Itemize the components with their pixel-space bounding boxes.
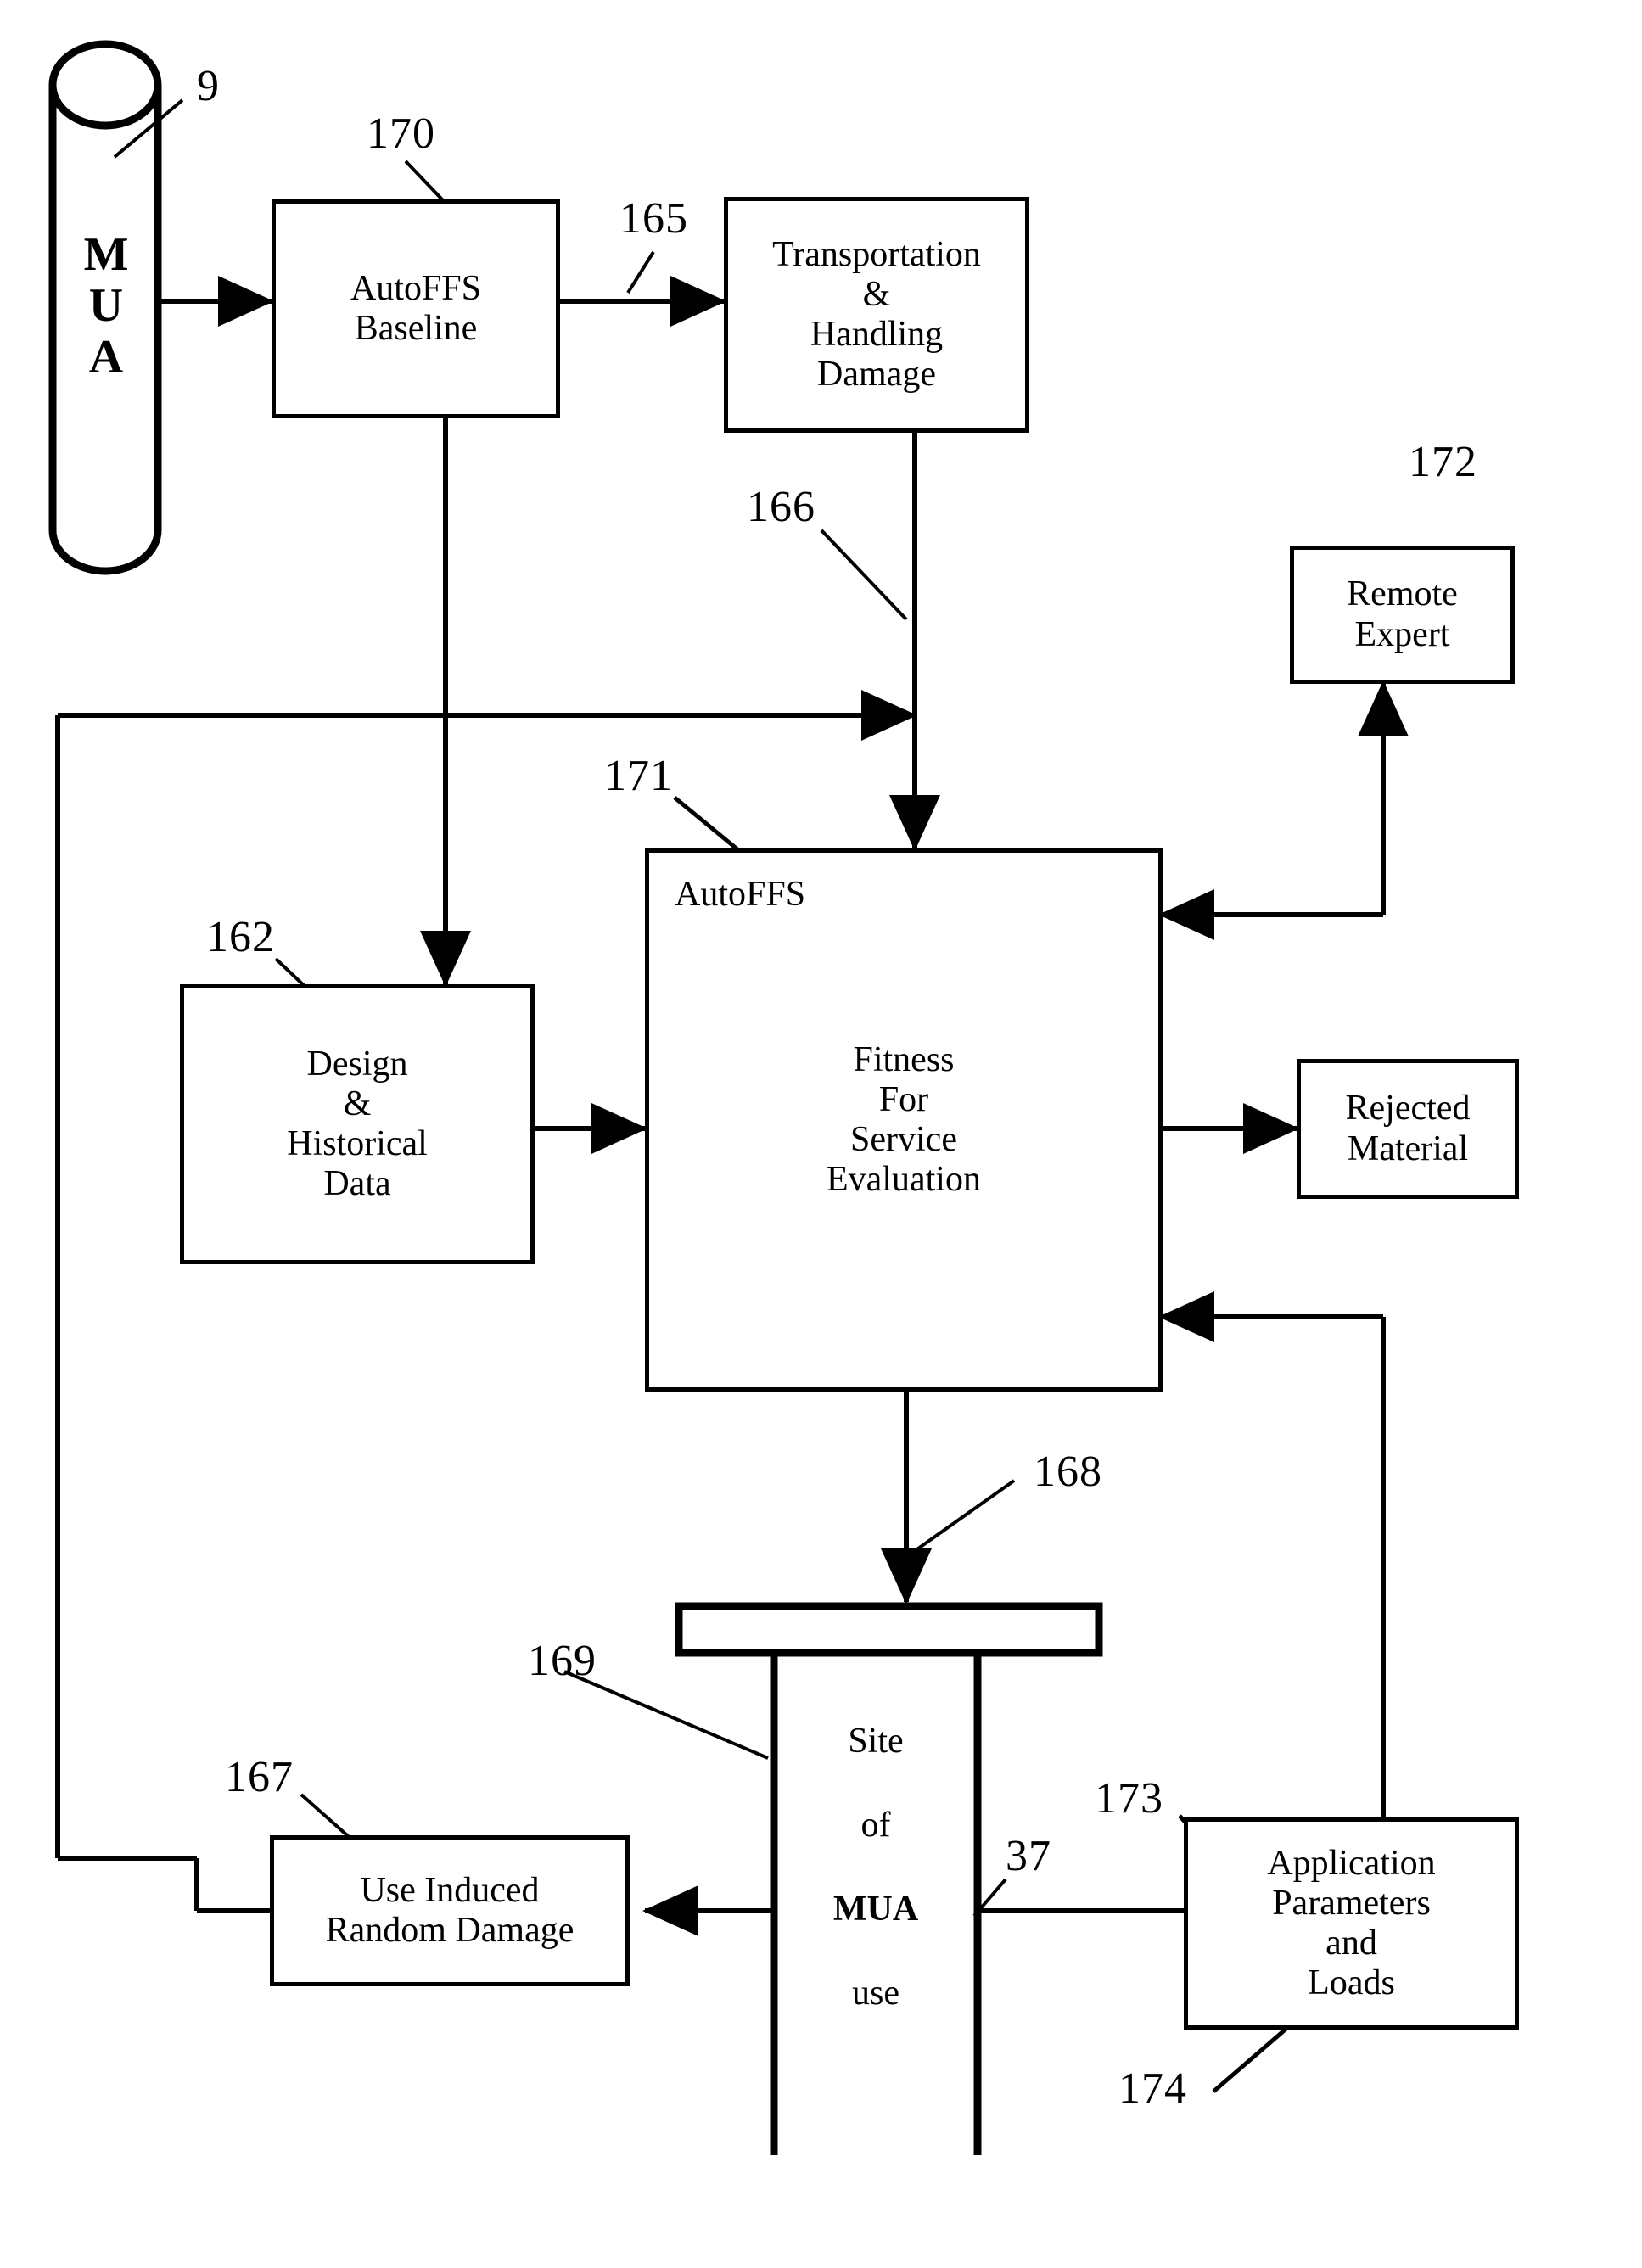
ref-numeral-162: 162 bbox=[206, 913, 275, 961]
ref-numeral-166: 166 bbox=[747, 483, 815, 531]
node-application-parameters-loads[interactable]: Application Parameters and Loads bbox=[1184, 1817, 1519, 2030]
site-label-line2: of bbox=[860, 1805, 891, 1845]
node-rejected-material-label: Rejected Material bbox=[1345, 1089, 1471, 1168]
node-transportation-label: Transportation & Handling Damage bbox=[772, 234, 981, 395]
ref-numeral-167: 167 bbox=[225, 1753, 294, 1801]
node-remote-expert-label: Remote Expert bbox=[1347, 574, 1458, 654]
ref-numeral-9: 9 bbox=[197, 62, 220, 110]
mua-letter-u: U bbox=[88, 279, 124, 333]
ref-numeral-171: 171 bbox=[604, 752, 673, 800]
site-label-line1: Site bbox=[848, 1721, 904, 1761]
site-label-line4: use bbox=[852, 1973, 899, 2013]
mua-letter-a: A bbox=[88, 330, 124, 384]
ref-numeral-172: 172 bbox=[1409, 438, 1477, 486]
node-design-historical-data[interactable]: Design & Historical Data bbox=[180, 984, 535, 1264]
node-autoffs-corner-label: AutoFFS bbox=[675, 875, 806, 914]
ref-numeral-168: 168 bbox=[1034, 1448, 1102, 1496]
node-rejected-material[interactable]: Rejected Material bbox=[1297, 1059, 1519, 1199]
ref-numeral-170: 170 bbox=[367, 109, 435, 158]
node-autoffs-fitness-for-service[interactable]: Fitness For Service Evaluation bbox=[645, 848, 1163, 1392]
node-use-induced-random-damage-label: Use Induced Random Damage bbox=[325, 1870, 574, 1950]
mua-cylinder-letters: M U A bbox=[80, 228, 132, 384]
node-application-parameters-label: Application Parameters and Loads bbox=[1267, 1843, 1436, 2003]
node-autoffs-baseline-label: AutoFFS Baseline bbox=[350, 268, 482, 348]
ref-numeral-169: 169 bbox=[528, 1637, 597, 1685]
node-use-induced-random-damage[interactable]: Use Induced Random Damage bbox=[270, 1835, 630, 1986]
ref-numeral-37: 37 bbox=[1006, 1832, 1051, 1880]
mua-letter-m: M bbox=[83, 228, 129, 281]
node-autoffs-baseline[interactable]: AutoFFS Baseline bbox=[272, 199, 560, 418]
node-autoffs-main-label: Fitness For Service Evaluation bbox=[827, 1039, 981, 1200]
node-remote-expert[interactable]: Remote Expert bbox=[1290, 546, 1515, 684]
site-of-mua-use-label: Site of MUA use bbox=[812, 1678, 939, 2057]
ref-numeral-174: 174 bbox=[1118, 2064, 1187, 2113]
node-design-historical-data-label: Design & Historical Data bbox=[287, 1044, 428, 1204]
site-label-line3: MUA bbox=[832, 1889, 919, 1929]
ref-numeral-165: 165 bbox=[619, 194, 688, 243]
ref-numeral-173: 173 bbox=[1095, 1774, 1163, 1823]
node-transportation-handling-damage[interactable]: Transportation & Handling Damage bbox=[724, 197, 1029, 433]
patent-figure-canvas: M U A AutoFFS Baseline Transportation & … bbox=[0, 0, 1642, 2268]
